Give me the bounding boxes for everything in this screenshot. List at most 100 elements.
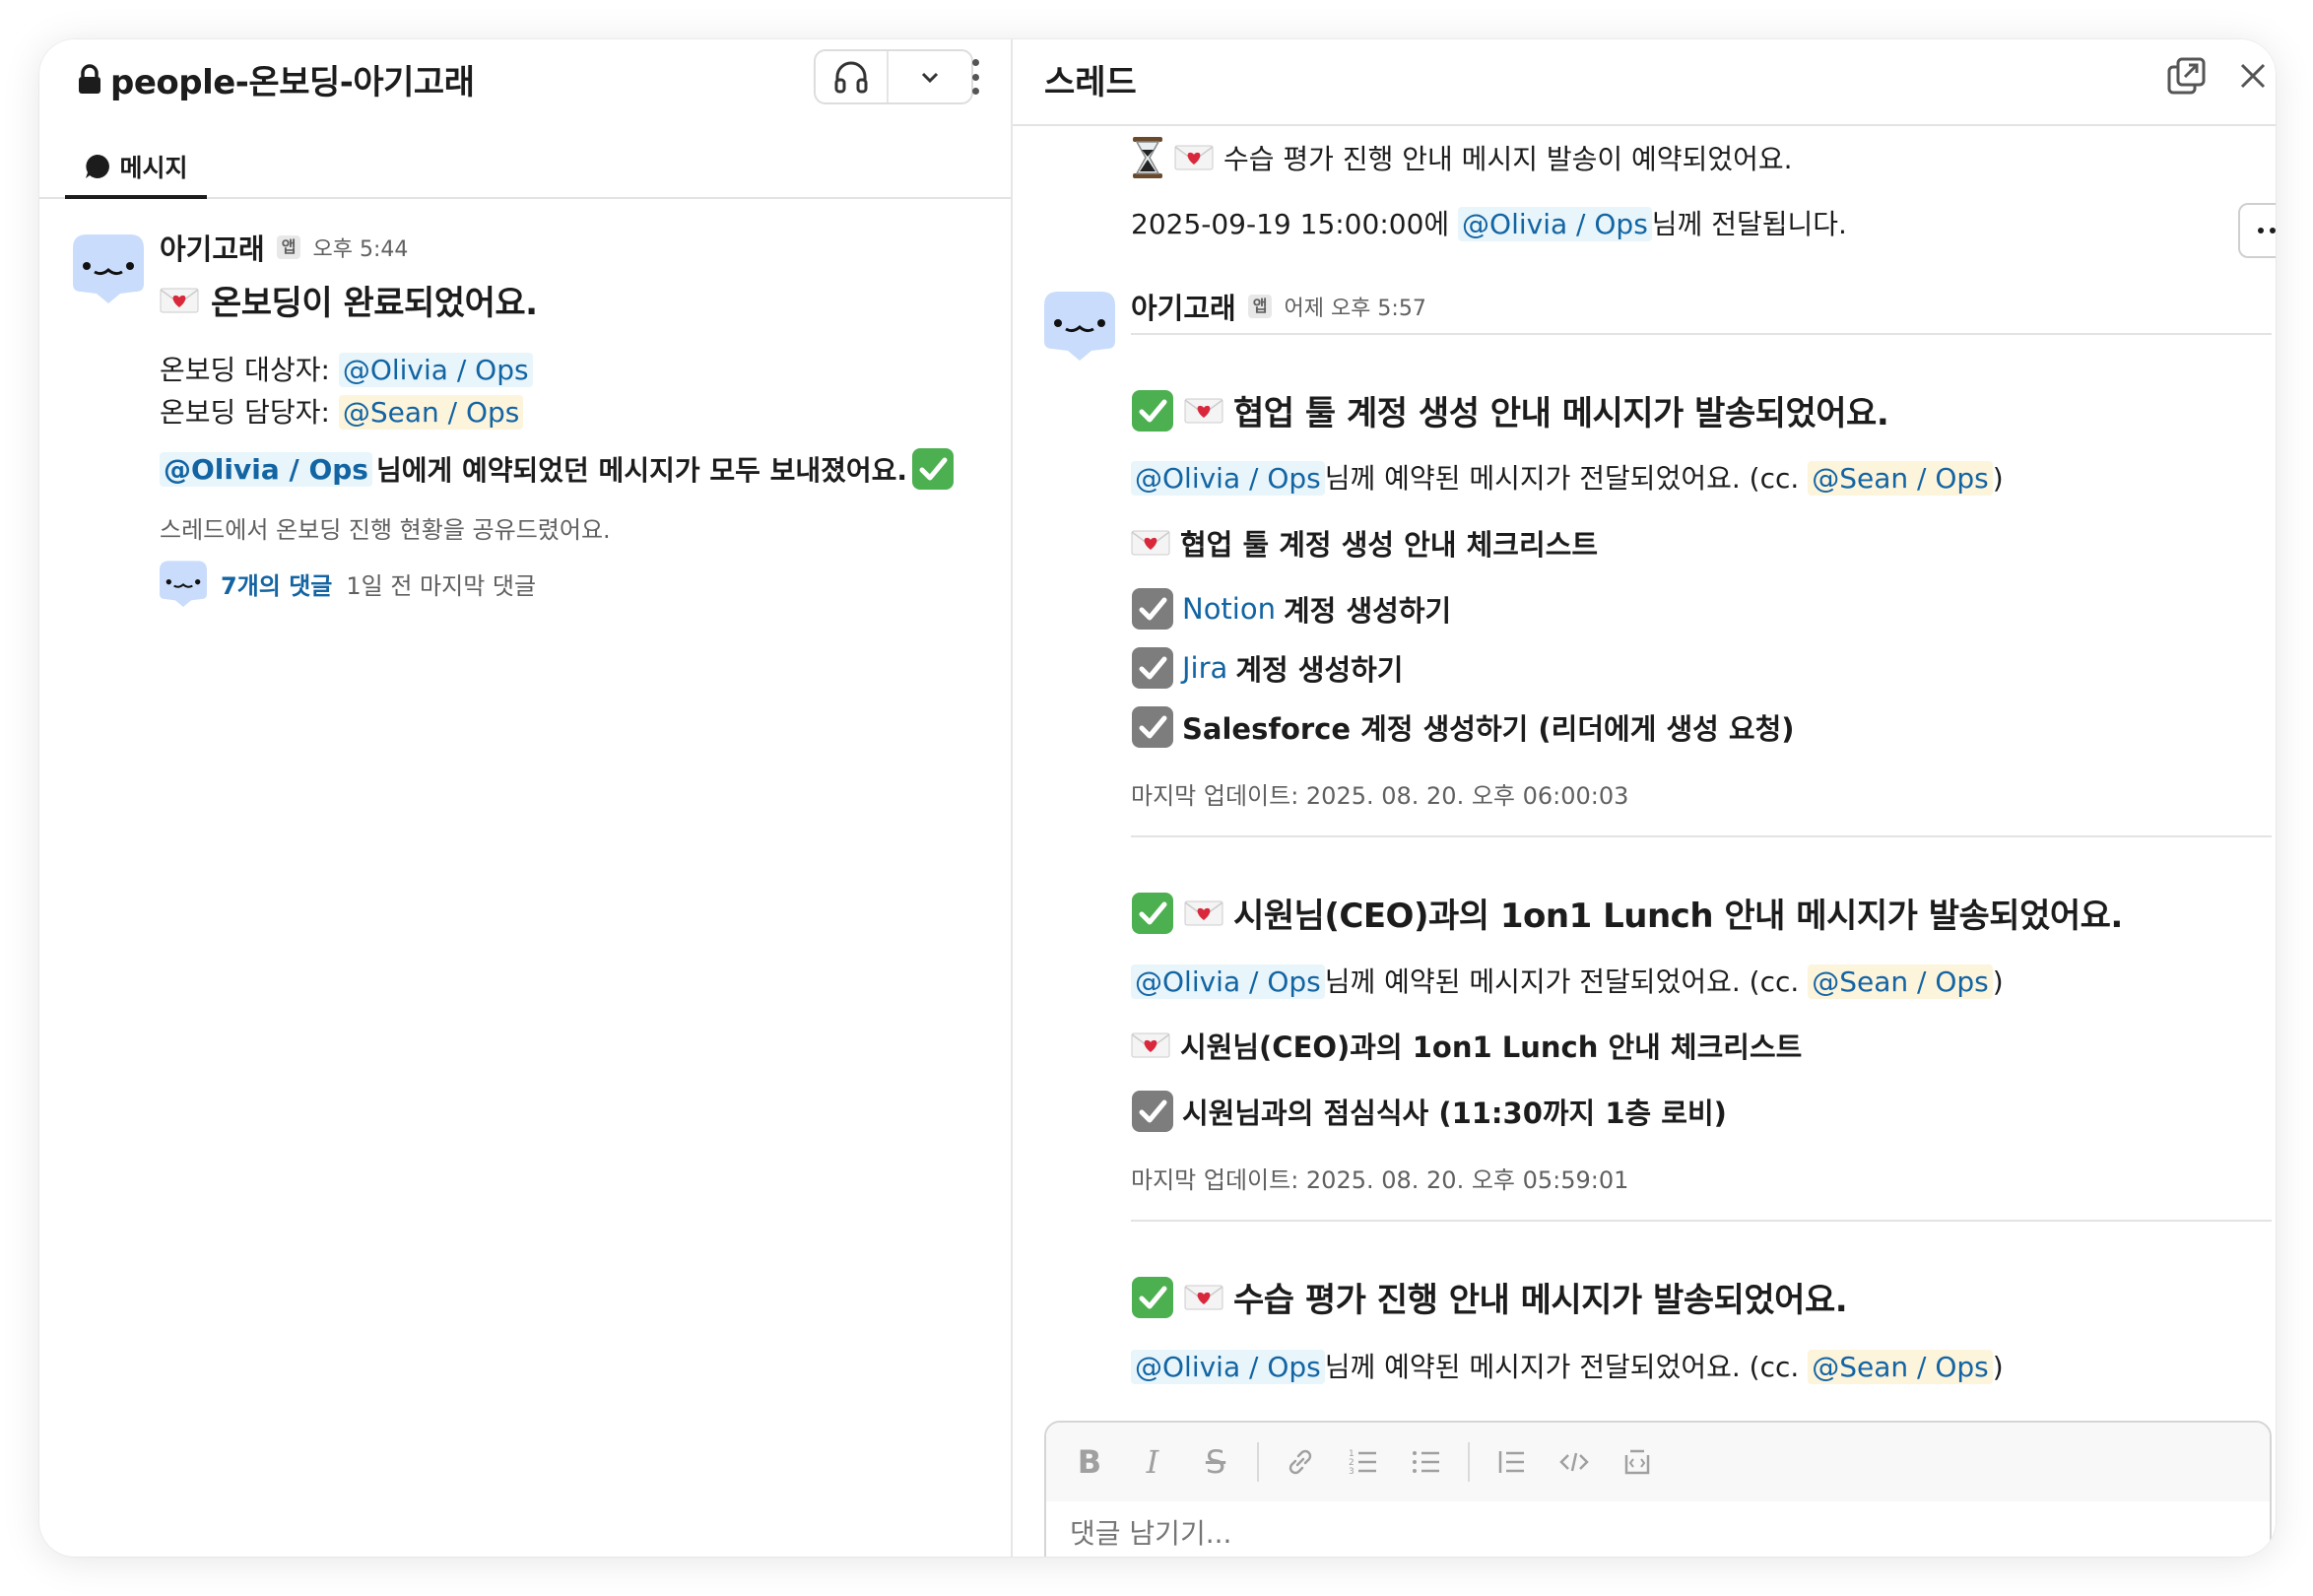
card-heading-text: 협업 툴 계정 생성 안내 메시지가 발송되었어요. (1233, 394, 1889, 433)
bold-icon[interactable]: B (1068, 1440, 1111, 1484)
target-mention[interactable]: @Olivia / Ops (338, 353, 533, 387)
cc-close: ) (1992, 462, 2004, 495)
open-in-window-icon[interactable] (2165, 55, 2209, 99)
check-mark-icon (912, 448, 955, 490)
cc-mention[interactable]: @Sean / Ops (1808, 964, 1993, 999)
checklist-item: 시원님과의 점심식사 (11:30까지 1층 로비) (1131, 1090, 1727, 1133)
manager-mention[interactable]: @Sean / Ops (338, 395, 524, 430)
cc-close: ) (1992, 965, 2004, 998)
hourglass-icon (1133, 137, 1162, 178)
reply-input[interactable] (1070, 1517, 2232, 1550)
thread-replies-link[interactable]: 7개의 댓글 1일 전 마지막 댓글 (160, 560, 536, 607)
scheduled-line: 수습 평가 진행 안내 메시지 발송이 예약되었어요. (1131, 136, 1793, 179)
item-link[interactable]: Notion (1182, 592, 1276, 626)
divider (1131, 1220, 2272, 1222)
item-text: 계정 생성하기 (1284, 594, 1452, 628)
code-icon[interactable] (1553, 1440, 1596, 1484)
delivery-text: 님께 예약된 메시지가 전달되었어요. (cc. (1324, 965, 1800, 998)
app-badge: 앱 (276, 235, 301, 259)
last-updated: 마지막 업데이트: 2025. 08. 20. 오후 05:59:01 (1131, 1166, 1629, 1194)
divider (1131, 835, 2272, 837)
svg-text:3: 3 (1349, 1467, 1355, 1477)
reply-composer: B I S 123 (1044, 1421, 2272, 1557)
check-mark-icon (1132, 892, 1173, 934)
checklist-title-text: 협업 툴 계정 생성 안내 체크리스트 (1180, 528, 1599, 562)
blockquote-icon[interactable] (1489, 1440, 1533, 1484)
tab-messages-label: 메시지 (119, 154, 188, 182)
message-time[interactable]: 어제 오후 5:57 (1284, 291, 1425, 322)
sent-mention[interactable]: @Olivia / Ops (160, 451, 372, 487)
love-letter-icon (1131, 1032, 1170, 1058)
delivery-text: 님께 예약된 메시지가 전달되었어요. (cc. (1324, 1351, 1800, 1383)
more-options-icon[interactable] (963, 55, 987, 99)
toolbar-separator (1468, 1442, 1470, 1482)
schedule-date: 2025-09-19 15:00:00에 (1131, 208, 1450, 240)
huddle-button[interactable] (816, 51, 889, 102)
avatar (73, 234, 144, 303)
check-mark-icon (1132, 389, 1173, 432)
schedule-mention[interactable]: @Olivia / Ops (1458, 207, 1652, 241)
app-badge: 앱 (1247, 295, 1273, 318)
channel-name: people-온보딩-아기고래 (110, 63, 475, 102)
thread-sender-line: 아기고래 앱 어제 오후 5:57 (1131, 286, 1426, 327)
checklist-item: Notion 계정 생성하기 (1131, 587, 1451, 631)
huddle-options-button[interactable] (889, 51, 971, 102)
schedule-detail: 2025-09-19 15:00:00에 @Olivia / Ops 님께 전달됩… (1131, 203, 1847, 242)
love-letter-icon (160, 288, 199, 312)
link-icon[interactable] (1279, 1440, 1322, 1484)
sender-line: 아기고래 앱 오후 5:44 (160, 227, 408, 268)
channel-title[interactable]: people-온보딩-아기고래 (77, 55, 475, 103)
recipient-mention[interactable]: @Olivia / Ops (1131, 1350, 1325, 1384)
delivery-line: @Olivia / Ops 님께 예약된 메시지가 전달되었어요. (cc. @S… (1131, 1346, 2004, 1385)
italic-icon[interactable]: I (1131, 1440, 1174, 1484)
thread-panel: 스레드 수습 평가 진행 안내 메시지 발송이 예약되었어요. 2025-09-… (1011, 39, 2276, 1557)
item-text: Salesforce 계정 생성하기 (리더에게 생성 요청) (1182, 712, 1795, 746)
cc-mention[interactable]: @Sean / Ops (1808, 1350, 1993, 1384)
sender-name[interactable]: 아기고래 (160, 227, 265, 268)
checkbox-checked-icon (1132, 647, 1173, 689)
bulleted-list-icon[interactable] (1405, 1440, 1448, 1484)
card-heading: 수습 평가 진행 안내 메시지가 발송되었어요. (1131, 1273, 1848, 1321)
avatar (1044, 292, 1115, 361)
last-updated: 마지막 업데이트: 2025. 08. 20. 오후 06:00:03 (1131, 782, 1629, 810)
sent-line: @Olivia / Ops 님에게 예약되었던 메시지가 모두 보내졌어요. (160, 447, 955, 491)
card-heading-text: 수습 평가 진행 안내 메시지가 발송되었어요. (1233, 1281, 1848, 1320)
cc-close: ) (1992, 1351, 2004, 1383)
chevron-down-icon (921, 72, 939, 84)
numbered-list-icon[interactable]: 123 (1342, 1440, 1385, 1484)
manager-line: 온보딩 담당자: @Sean / Ops (160, 391, 524, 431)
checklist-title: 협업 툴 계정 생성 안내 체크리스트 (1131, 522, 1598, 564)
item-link[interactable]: Jira (1182, 651, 1227, 685)
check-mark-icon (1132, 1276, 1173, 1318)
strikethrough-icon[interactable]: S (1194, 1440, 1237, 1484)
message-time[interactable]: 오후 5:44 (312, 232, 408, 263)
sender-name[interactable]: 아기고래 (1131, 286, 1236, 327)
close-icon[interactable] (2234, 57, 2272, 95)
huddle-button-group (814, 49, 973, 104)
reply-count[interactable]: 7개의 댓글 (221, 566, 332, 601)
code-block-icon[interactable] (1616, 1440, 1659, 1484)
item-text: 시원님과의 점심식사 (11:30까지 1층 로비) (1182, 1097, 1727, 1130)
sent-text: 님에게 예약되었던 메시지가 모두 보내졌어요. (375, 454, 908, 487)
message-bubble-icon (86, 155, 110, 178)
checklist-item: Salesforce 계정 생성하기 (리더에게 생성 요청) (1131, 705, 1795, 749)
message-heading: 온보딩이 완료되었어요. (160, 276, 538, 324)
checklist-title-text: 시원님(CEO)과의 1on1 Lunch 안내 체크리스트 (1180, 1031, 1803, 1064)
delivery-line: @Olivia / Ops 님께 예약된 메시지가 전달되었어요. (cc. @S… (1131, 961, 2004, 1000)
toolbar-separator (1257, 1442, 1259, 1482)
card-heading: 협업 툴 계정 생성 안내 메시지가 발송되었어요. (1131, 386, 1889, 434)
divider (1131, 333, 2272, 335)
tab-messages[interactable]: 메시지 (65, 138, 207, 199)
recipient-mention[interactable]: @Olivia / Ops (1131, 964, 1325, 999)
message-more-actions-button[interactable] (2238, 203, 2276, 258)
item-text: 계정 생성하기 (1235, 653, 1404, 687)
scheduled-text: 수습 평가 진행 안내 메시지 발송이 예약되었어요. (1223, 143, 1793, 175)
manager-label: 온보딩 담당자: (160, 396, 330, 429)
checkbox-checked-icon (1132, 588, 1173, 630)
cc-mention[interactable]: @Sean / Ops (1808, 461, 1993, 496)
love-letter-icon (1184, 900, 1223, 925)
formatting-toolbar: B I S 123 (1046, 1423, 2270, 1501)
schedule-suffix: 님께 전달됩니다. (1651, 208, 1847, 240)
card-heading-text: 시원님(CEO)과의 1on1 Lunch 안내 메시지가 발송되었어요. (1233, 897, 2123, 936)
recipient-mention[interactable]: @Olivia / Ops (1131, 461, 1325, 496)
